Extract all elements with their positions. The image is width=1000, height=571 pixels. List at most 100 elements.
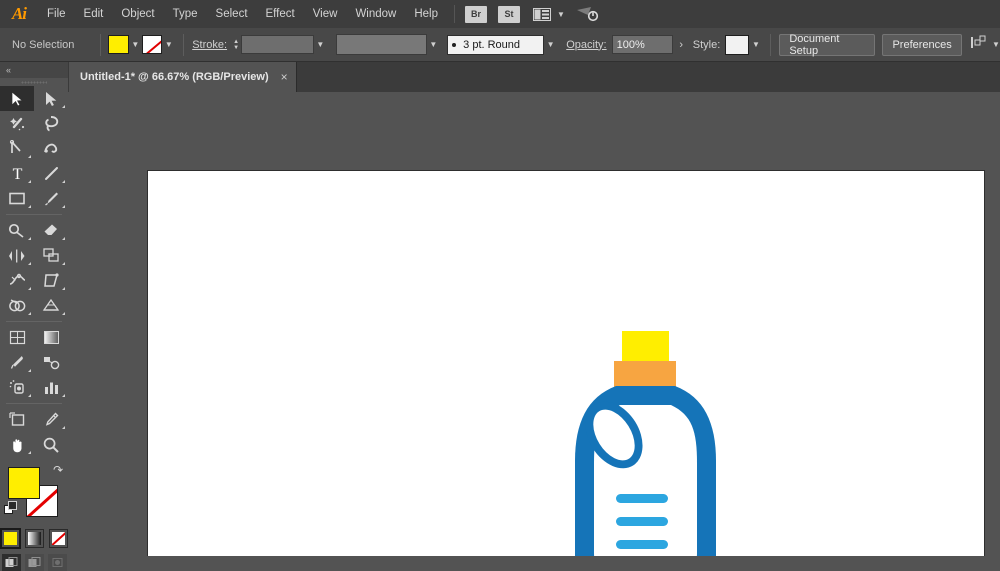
tool-flyout-indicator [28,451,31,454]
canvas-area[interactable] [68,92,1000,556]
menu-item-type[interactable]: Type [164,0,207,28]
chevron-down-icon[interactable]: ▼ [557,10,565,19]
color-mode-button[interactable] [0,528,21,549]
menu-item-file[interactable]: File [38,0,75,28]
stroke-color-swatch[interactable] [141,35,163,54]
tools-divider [0,318,68,325]
tool-flyout-indicator [62,287,65,290]
close-icon[interactable]: × [281,71,288,83]
align-chevron-down-icon[interactable]: ▼ [992,40,1000,49]
artboard-tool[interactable] [0,407,34,432]
perspective-grid-tool[interactable] [34,293,68,318]
draw-behind-mode-button[interactable] [24,554,44,571]
slice-tool[interactable] [34,407,68,432]
stock-icon[interactable]: St [498,5,520,23]
opacity-more-options-icon[interactable]: › [673,39,689,51]
stroke-weight-chevron-down-icon[interactable]: ▼ [314,35,327,54]
menu-item-effect[interactable]: Effect [257,0,304,28]
label-line [616,494,668,503]
draw-mode-buttons [0,554,68,571]
direct-selection-tool[interactable] [34,86,68,111]
fill-stroke-indicator: ↶ [0,461,68,527]
document-tab[interactable]: Untitled-1* @ 66.67% (RGB/Preview) × [68,62,297,92]
app-logo-icon: Ai [11,4,27,23]
rectangle-tool[interactable] [0,186,34,211]
line-segment-tool[interactable] [34,161,68,186]
brush-definition-dropdown[interactable]: 3 pt. Round [447,34,545,55]
magic-wand-tool[interactable] [0,111,34,136]
control-divider [183,33,185,56]
tools-panel-grip[interactable] [0,78,68,86]
tools-panel: « T ↶ [0,62,69,571]
paintbrush-tool[interactable] [34,186,68,211]
rotate-tool[interactable] [0,243,34,268]
eraser-tool[interactable] [34,218,68,243]
free-transform-tool[interactable] [34,268,68,293]
fill-chevron-down-icon[interactable]: ▼ [129,35,142,54]
menu-bar: Ai File Edit Object Type Select Effect V… [0,0,1000,29]
artboard[interactable] [147,170,985,556]
tool-flyout-indicator [28,205,31,208]
selection-tool[interactable] [0,86,34,111]
zoom-tool[interactable] [34,432,68,457]
detergent-bottle-illustration[interactable] [563,331,728,556]
stroke-weight-label[interactable]: Stroke: [192,39,227,51]
tools-divider [0,211,68,218]
label-line [616,517,668,526]
type-tool[interactable]: T [0,161,34,186]
style-chevron-down-icon[interactable]: ▼ [749,35,762,54]
illustrator-window: Ai File Edit Object Type Select Effect V… [0,0,1000,571]
tools-panel-header[interactable]: « [0,62,68,78]
menu-item-help[interactable]: Help [405,0,447,28]
arrange-documents-icon[interactable] [531,7,553,22]
pen-tool[interactable] [0,136,34,161]
stroke-weight-stepper[interactable]: ▲ ▼ [233,39,239,51]
menu-item-select[interactable]: Select [207,0,257,28]
blend-tool[interactable] [34,350,68,375]
symbol-sprayer-tool[interactable] [0,375,34,400]
document-setup-button[interactable]: Document Setup [779,33,876,57]
scale-tool[interactable] [34,243,68,268]
bridge-icon[interactable]: Br [465,5,487,23]
menu-item-object[interactable]: Object [112,0,163,28]
none-mode-button[interactable] [48,529,68,548]
shaper-tool[interactable] [0,218,34,243]
menu-item-window[interactable]: Window [346,0,405,28]
opacity-label[interactable]: Opacity: [566,39,606,51]
mesh-tool[interactable] [0,325,34,350]
gradient-mode-button[interactable] [24,529,44,548]
opacity-input[interactable]: 100% [611,35,674,54]
tool-flyout-indicator [62,180,65,183]
align-to-pixel-grid-icon[interactable] [971,35,988,55]
document-tab-bar: Untitled-1* @ 66.67% (RGB/Preview) × [0,62,1000,93]
menu-divider [454,5,455,23]
graphic-style-swatch[interactable] [725,34,750,55]
fill-indicator-swatch[interactable] [8,467,40,499]
width-tool[interactable] [0,268,34,293]
eyedropper-tool[interactable] [0,350,34,375]
lasso-tool[interactable] [34,111,68,136]
variable-width-profile-dropdown[interactable] [336,34,427,55]
fill-color-swatch[interactable] [108,35,129,54]
default-fill-stroke-icon[interactable] [4,501,18,515]
shape-builder-tool[interactable] [0,293,34,318]
style-label[interactable]: Style: [693,39,721,51]
hand-tool[interactable] [0,432,34,457]
stroke-weight-input[interactable] [241,35,314,54]
draw-inside-mode-button[interactable] [47,554,67,571]
preferences-button[interactable]: Preferences [882,33,962,56]
double-chevron-left-icon[interactable]: « [6,65,11,75]
draw-normal-mode-button[interactable] [1,554,21,571]
brush-chevron-down-icon[interactable]: ▼ [544,35,557,54]
tool-flyout-indicator [28,237,31,240]
menu-item-edit[interactable]: Edit [75,0,113,28]
tool-flyout-indicator [28,312,31,315]
gradient-tool[interactable] [34,325,68,350]
menu-item-view[interactable]: View [304,0,347,28]
search-adobe-stock-icon[interactable] [575,4,601,24]
width-profile-chevron-down-icon[interactable]: ▼ [427,35,440,54]
swap-fill-stroke-icon[interactable]: ↶ [53,463,63,477]
column-graph-tool[interactable] [34,375,68,400]
curvature-tool[interactable] [34,136,68,161]
stroke-chevron-down-icon[interactable]: ▼ [162,35,175,54]
